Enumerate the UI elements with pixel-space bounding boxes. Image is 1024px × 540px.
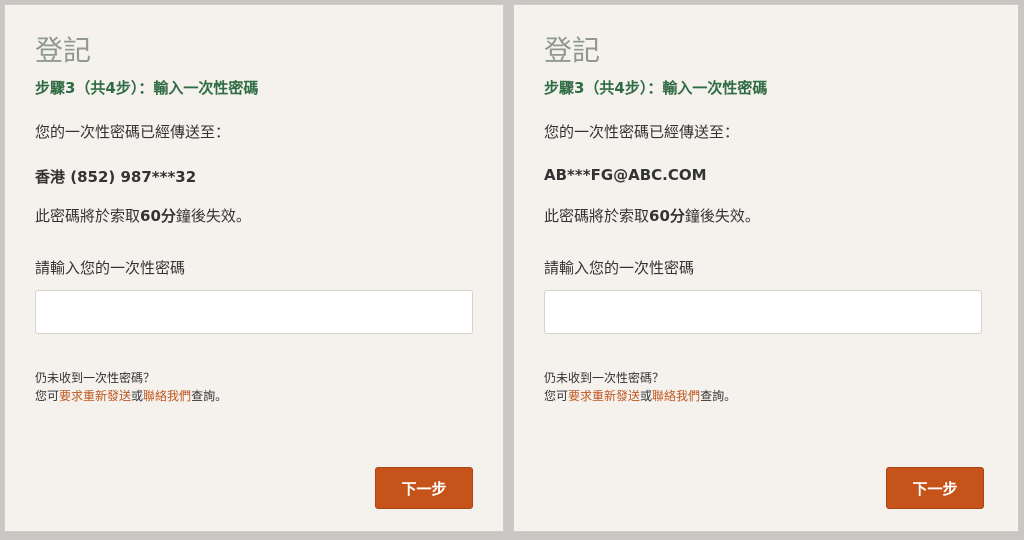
next-button[interactable]: 下一步: [886, 467, 984, 509]
resend-help-text: 您可要求重新發送或聯絡我們查詢。: [544, 387, 736, 405]
otp-expiry-text: 此密碼將於索取60分鐘後失效。: [35, 205, 251, 226]
expiry-duration: 60分: [140, 207, 176, 225]
expiry-prefix: 此密碼將於索取: [35, 207, 141, 225]
otp-input-label: 請輸入您的一次性密碼: [35, 259, 186, 277]
resend-prefix: 您可: [35, 389, 60, 403]
expiry-suffix: 鐘後失效。: [684, 207, 760, 225]
resend-prefix: 您可: [544, 389, 569, 403]
resend-otp-link[interactable]: 要求重新發送: [568, 389, 640, 403]
contact-us-link[interactable]: 聯絡我們: [652, 389, 700, 403]
step-indicator: 步驟3（共4步）：輸入一次性密碼: [544, 79, 768, 97]
otp-panel-phone: 登記 步驟3（共4步）：輸入一次性密碼 您的一次性密碼已經傳送至： 香港 (85…: [4, 4, 504, 532]
not-received-text: 仍未收到一次性密碼？: [35, 371, 156, 385]
otp-expiry-text: 此密碼將於索取60分鐘後失效。: [544, 205, 760, 226]
resend-suffix: 查詢。: [191, 389, 228, 403]
resend-suffix: 查詢。: [700, 389, 737, 403]
expiry-duration: 60分: [649, 207, 685, 225]
otp-input[interactable]: [544, 290, 982, 334]
otp-sent-label: 您的一次性密碼已經傳送至：: [544, 123, 740, 141]
otp-panel-email: 登記 步驟3（共4步）：輸入一次性密碼 您的一次性密碼已經傳送至： AB***F…: [513, 4, 1019, 532]
expiry-suffix: 鐘後失效。: [175, 207, 251, 225]
resend-otp-link[interactable]: 要求重新發送: [59, 389, 131, 403]
resend-or: 或: [640, 389, 653, 403]
otp-destination-email: AB***FG@ABC.COM: [544, 166, 707, 184]
resend-help-text: 您可要求重新發送或聯絡我們查詢。: [35, 387, 227, 405]
contact-us-link[interactable]: 聯絡我們: [143, 389, 191, 403]
otp-sent-label: 您的一次性密碼已經傳送至：: [35, 123, 231, 141]
resend-or: 或: [131, 389, 144, 403]
step-indicator: 步驟3（共4步）：輸入一次性密碼: [35, 79, 259, 97]
page-title: 登記: [544, 34, 601, 67]
next-button[interactable]: 下一步: [375, 467, 473, 509]
otp-input-label: 請輸入您的一次性密碼: [544, 259, 695, 277]
otp-destination-phone: 香港 (852) 987***32: [35, 168, 197, 186]
expiry-prefix: 此密碼將於索取: [544, 207, 650, 225]
otp-input[interactable]: [35, 290, 473, 334]
page-title: 登記: [35, 34, 92, 67]
not-received-text: 仍未收到一次性密碼？: [544, 371, 665, 385]
